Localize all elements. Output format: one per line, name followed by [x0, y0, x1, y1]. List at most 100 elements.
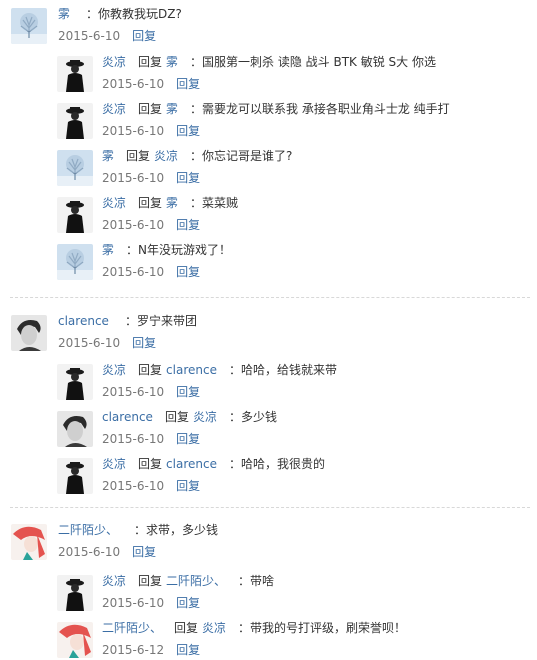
main-comment-header: 雺 ：你教教我玩DZ? — [58, 6, 182, 22]
reply-avatar[interactable] — [57, 103, 93, 139]
main-comment-meta: 2015-6-10 回复 — [58, 28, 156, 44]
reply-link[interactable]: 回复 — [176, 479, 200, 493]
reply-meta: 2015-6-10 回复 — [102, 217, 200, 233]
reply-link[interactable]: 回复 — [176, 218, 200, 232]
reply-author[interactable]: 炎凉 — [102, 55, 126, 69]
reply-meta: 2015-6-10 回复 — [102, 170, 200, 186]
main-comment: 雺 ：你教教我玩DZ? 2015-6-10 回复 — [0, 6, 537, 44]
comment-date: 2015-6-10 — [58, 545, 121, 559]
reply-avatar[interactable] — [57, 411, 93, 447]
comment-author[interactable]: 雺 — [58, 7, 70, 21]
comment-date: 2015-6-10 — [58, 29, 121, 43]
reply-comment: 炎凉 回复雺：需要龙可以联系我 承接各职业角斗士龙 纯手打 2015-6-10 回复 — [0, 101, 537, 139]
reply-header: 雺回复 炎凉 ：你忘记哥是谁了? — [102, 148, 292, 164]
reply-link[interactable]: 回复 — [176, 171, 200, 185]
reply-date: 2015-6-10 — [102, 171, 165, 185]
reply-date: 2015-6-10 — [102, 432, 165, 446]
reply-target[interactable]: 雺 — [166, 55, 178, 69]
reply-to-label: 回复 — [138, 196, 163, 210]
reply-to-label: 回复 — [174, 621, 199, 635]
reply-author[interactable]: 炎凉 — [102, 363, 126, 377]
reply-link[interactable]: 回复 — [176, 77, 200, 91]
reply-avatar[interactable] — [57, 197, 93, 233]
reply-avatar[interactable] — [57, 56, 93, 92]
reply-comment: 雺回复 炎凉 ：你忘记哥是谁了? 2015-6-10 回复 — [0, 148, 537, 186]
reply-to-label: 回复 — [138, 457, 163, 471]
reply-target[interactable]: clarence — [166, 457, 217, 471]
main-comment-meta: 2015-6-10 回复 — [58, 544, 156, 560]
reply-link[interactable]: 回复 — [176, 385, 200, 399]
main-comment-header: clarence ：罗宁来带团 — [58, 313, 197, 329]
reply-header: 二阡陌少、 回复 炎凉 ：带我的号打评级，刷荣誉呗！ — [102, 620, 406, 636]
reply-target[interactable]: 二阡陌少、 — [166, 574, 226, 588]
reply-meta: 2015-6-10 回复 — [102, 384, 200, 400]
reply-author[interactable]: 雺 — [102, 243, 114, 257]
reply-avatar[interactable] — [57, 150, 93, 186]
reply-author[interactable]: clarence — [102, 410, 153, 424]
comment-text: ：罗宁来带团 — [124, 314, 197, 328]
reply-date: 2015-6-10 — [102, 124, 165, 138]
reply-avatar[interactable] — [57, 622, 93, 658]
reply-avatar[interactable] — [57, 364, 93, 400]
reply-author[interactable]: 炎凉 — [102, 102, 126, 116]
thread-divider — [10, 297, 530, 298]
reply-text: ：哈哈，我很贵的 — [228, 457, 325, 471]
reply-to-label: 回复 — [138, 363, 163, 377]
main-comment: 二阡陌少、 ：求带，多少钱 2015-6-10 回复 — [0, 522, 537, 560]
reply-text: ：国服第一刺杀 读隐 战斗 BTK 敏锐 S大 你选 — [190, 55, 436, 69]
reply-to-label: 回复 — [138, 102, 163, 116]
reply-avatar[interactable] — [57, 575, 93, 611]
reply-meta: 2015-6-10 回复 — [102, 431, 200, 447]
reply-link[interactable]: 回复 — [132, 336, 156, 350]
comment-author[interactable]: clarence — [58, 314, 109, 328]
reply-header: 炎凉 回复 clarence ：哈哈，给钱就来带 — [102, 362, 337, 378]
reply-target[interactable]: 炎凉 — [193, 410, 217, 424]
comment-text: ：求带，多少钱 — [134, 523, 219, 537]
reply-link[interactable]: 回复 — [176, 643, 200, 657]
reply-meta: 2015-6-10 回复 — [102, 123, 200, 139]
reply-author[interactable]: 雺 — [102, 149, 114, 163]
reply-comment: clarence 回复 炎凉 ：多少钱 2015-6-10 回复 — [0, 409, 537, 447]
reply-target[interactable]: 雺 — [166, 196, 178, 210]
reply-date: 2015-6-10 — [102, 265, 165, 279]
reply-avatar[interactable] — [57, 458, 93, 494]
reply-author[interactable]: 二阡陌少、 — [102, 621, 162, 635]
reply-author[interactable]: 炎凉 — [102, 196, 126, 210]
reply-to-label: 回复 — [126, 149, 151, 163]
reply-author[interactable]: 炎凉 — [102, 457, 126, 471]
reply-author[interactable]: 炎凉 — [102, 574, 126, 588]
reply-text: ：需要龙可以联系我 承接各职业角斗士龙 纯手打 — [190, 102, 450, 116]
comment-text: ：你教教我玩DZ? — [86, 7, 182, 21]
reply-comment: 雺 ：N年没玩游戏了！ 2015-6-10 回复 — [0, 242, 537, 280]
reply-header: 炎凉 回复 二阡陌少、 ：带啥 — [102, 573, 274, 589]
main-comment-avatar[interactable] — [11, 524, 47, 560]
reply-link[interactable]: 回复 — [176, 432, 200, 446]
main-comment-header: 二阡陌少、 ：求带，多少钱 — [58, 522, 218, 538]
reply-target[interactable]: 炎凉 — [154, 149, 178, 163]
reply-date: 2015-6-10 — [102, 218, 165, 232]
reply-meta: 2015-6-12 回复 — [102, 642, 200, 658]
reply-target[interactable]: 炎凉 — [202, 621, 226, 635]
main-comment: clarence ：罗宁来带团 2015-6-10 回复 — [0, 313, 537, 351]
comment-author[interactable]: 二阡陌少、 — [58, 523, 118, 537]
reply-header: 炎凉 回复雺 ：国服第一刺杀 读隐 战斗 BTK 敏锐 S大 你选 — [102, 54, 436, 70]
reply-link[interactable]: 回复 — [176, 596, 200, 610]
main-comment-avatar[interactable] — [11, 315, 47, 351]
reply-comment: 炎凉 回复 clarence ：哈哈，我很贵的 2015-6-10 回复 — [0, 456, 537, 494]
reply-to-label: 回复 — [138, 55, 163, 69]
reply-target[interactable]: 雺 — [166, 102, 178, 116]
reply-link[interactable]: 回复 — [176, 265, 200, 279]
reply-meta: 2015-6-10 回复 — [102, 264, 200, 280]
reply-avatar[interactable] — [57, 244, 93, 280]
reply-header: 炎凉 回复雺 ：菜菜贼 — [102, 195, 238, 211]
reply-link[interactable]: 回复 — [132, 29, 156, 43]
reply-meta: 2015-6-10 回复 — [102, 76, 200, 92]
reply-link[interactable]: 回复 — [132, 545, 156, 559]
thread-divider — [10, 507, 530, 508]
reply-comment: 炎凉 回复 二阡陌少、 ：带啥 2015-6-10 回复 — [0, 573, 537, 611]
reply-meta: 2015-6-10 回复 — [102, 478, 200, 494]
reply-link[interactable]: 回复 — [176, 124, 200, 138]
reply-target[interactable]: clarence — [166, 363, 217, 377]
reply-date: 2015-6-12 — [102, 643, 165, 657]
main-comment-avatar[interactable] — [11, 8, 47, 44]
